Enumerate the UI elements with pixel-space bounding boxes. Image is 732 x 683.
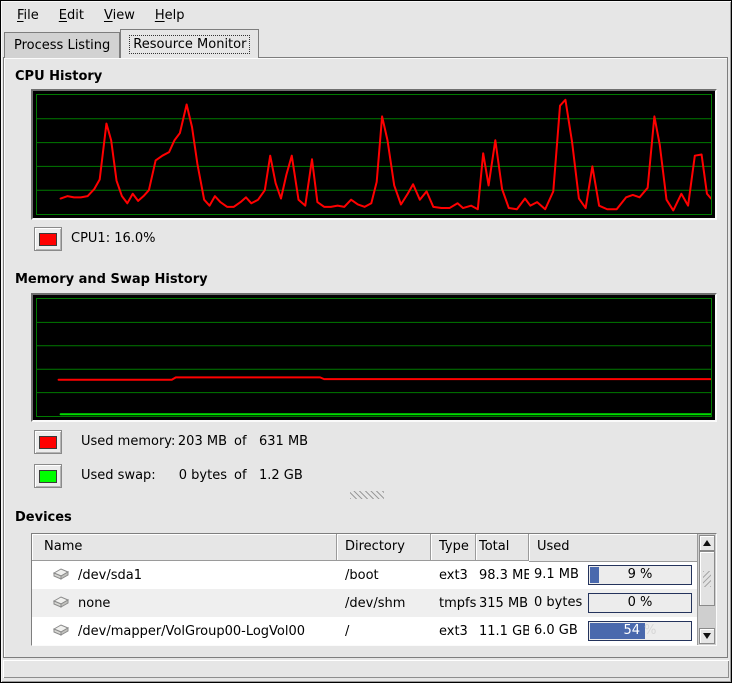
scrollbar-thumb[interactable] <box>699 551 715 606</box>
devices-table-body: Name Directory Type Total Used /dev/sda1… <box>32 534 697 645</box>
used-memory-value: 203 MB <box>141 430 227 454</box>
tab-process-listing[interactable]: Process Listing <box>4 32 120 58</box>
app-window: File Edit View Help Process Listing Reso… <box>0 0 732 683</box>
usage-progress-bar: 9 % 9 % <box>588 565 692 585</box>
pane-resize-grip[interactable] <box>350 491 384 499</box>
menu-file[interactable]: File <box>7 5 49 26</box>
used-swap-total: 1.2 GB <box>259 464 303 488</box>
column-header-type[interactable]: Type <box>431 534 476 561</box>
device-name: /dev/sda1 <box>78 568 142 583</box>
tab-strip: Process Listing Resource Monitor <box>4 29 259 58</box>
tab-process-listing-label: Process Listing <box>14 34 110 58</box>
device-name: none <box>78 596 110 611</box>
device-type: ext3 <box>431 568 476 583</box>
device-row-volgroup[interactable]: /dev/mapper/VolGroup00-LogVol00 / ext3 1… <box>32 617 697 645</box>
cpu-color-swatch <box>39 233 57 246</box>
cpu-history-title: CPU History <box>15 69 102 84</box>
memory-color-swatch-button[interactable] <box>34 430 62 454</box>
harddisk-icon <box>52 594 70 613</box>
harddisk-icon <box>52 622 70 641</box>
device-total: 98.3 MB <box>476 568 529 583</box>
column-header-total[interactable]: Total <box>476 534 529 561</box>
menu-bar: File Edit View Help <box>2 2 730 29</box>
device-row-sda1[interactable]: /dev/sda1 /boot ext3 98.3 MB 9.1 MB 9 % … <box>32 561 697 589</box>
menu-edit[interactable]: Edit <box>49 5 94 26</box>
memory-color-swatch <box>39 436 57 449</box>
tab-resource-monitor[interactable]: Resource Monitor <box>120 29 259 58</box>
device-directory: /dev/shm <box>337 596 431 611</box>
used-memory-total: 631 MB <box>259 430 308 454</box>
cpu-history-chart <box>31 89 717 220</box>
used-swap-value: 0 bytes <box>141 464 227 488</box>
memory-swap-plot <box>36 298 712 417</box>
device-directory: / <box>337 624 431 639</box>
arrow-down-icon <box>703 633 711 639</box>
used-memory-of: of <box>234 430 247 454</box>
device-directory: /boot <box>337 568 431 583</box>
device-total: 11.1 GB <box>476 624 529 639</box>
column-header-used[interactable]: Used <box>529 534 697 562</box>
devices-table-header: Name Directory Type Total Used <box>32 534 697 561</box>
cpu-legend-label: CPU1: 16.0% <box>71 227 156 251</box>
memory-swap-title: Memory and Swap History <box>15 272 208 287</box>
devices-title: Devices <box>15 510 72 525</box>
usage-percent-label: 9 % <box>589 566 691 584</box>
device-name: /dev/mapper/VolGroup00-LogVol00 <box>78 624 305 639</box>
usage-percent-label: 0 % <box>589 594 691 612</box>
memory-swap-chart <box>31 293 717 422</box>
device-used: 9.1 MB <box>534 561 579 589</box>
tab-resource-monitor-label: Resource Monitor <box>130 36 249 53</box>
column-header-directory[interactable]: Directory <box>337 534 431 561</box>
device-row-none[interactable]: none /dev/shm tmpfs 315 MB 0 bytes 0 % 0… <box>32 589 697 617</box>
column-header-name[interactable]: Name <box>32 534 337 561</box>
devices-table: Name Directory Type Total Used /dev/sda1… <box>31 533 717 646</box>
harddisk-icon <box>52 566 70 585</box>
swap-color-swatch <box>39 470 57 483</box>
usage-progress-fill: 54 % <box>590 623 645 639</box>
cpu-history-plot <box>36 94 712 215</box>
thumb-grip-icon <box>703 571 711 587</box>
cpu-color-swatch-button[interactable] <box>34 227 62 251</box>
arrow-up-icon <box>703 540 711 546</box>
menu-view[interactable]: View <box>94 5 145 26</box>
usage-progress-bar: 0 % 0 % <box>588 593 692 613</box>
used-swap-of: of <box>234 464 247 488</box>
scroll-down-button[interactable] <box>699 628 715 644</box>
scroll-up-button[interactable] <box>699 535 715 551</box>
device-used: 6.0 GB <box>534 617 578 645</box>
swap-color-swatch-button[interactable] <box>34 464 62 488</box>
device-type: tmpfs <box>431 596 476 611</box>
devices-vertical-scrollbar[interactable] <box>697 534 716 645</box>
status-bar <box>3 660 729 678</box>
device-total: 315 MB <box>476 596 529 611</box>
resource-monitor-page: CPU History CPU1: 16.0% Memory and Swap … <box>3 57 728 658</box>
usage-progress-fill: 9 % <box>590 567 599 583</box>
usage-progress-bar: 54 % 54 % <box>588 621 692 641</box>
device-used: 0 bytes <box>534 589 582 617</box>
device-type: ext3 <box>431 624 476 639</box>
menu-help[interactable]: Help <box>145 5 195 26</box>
